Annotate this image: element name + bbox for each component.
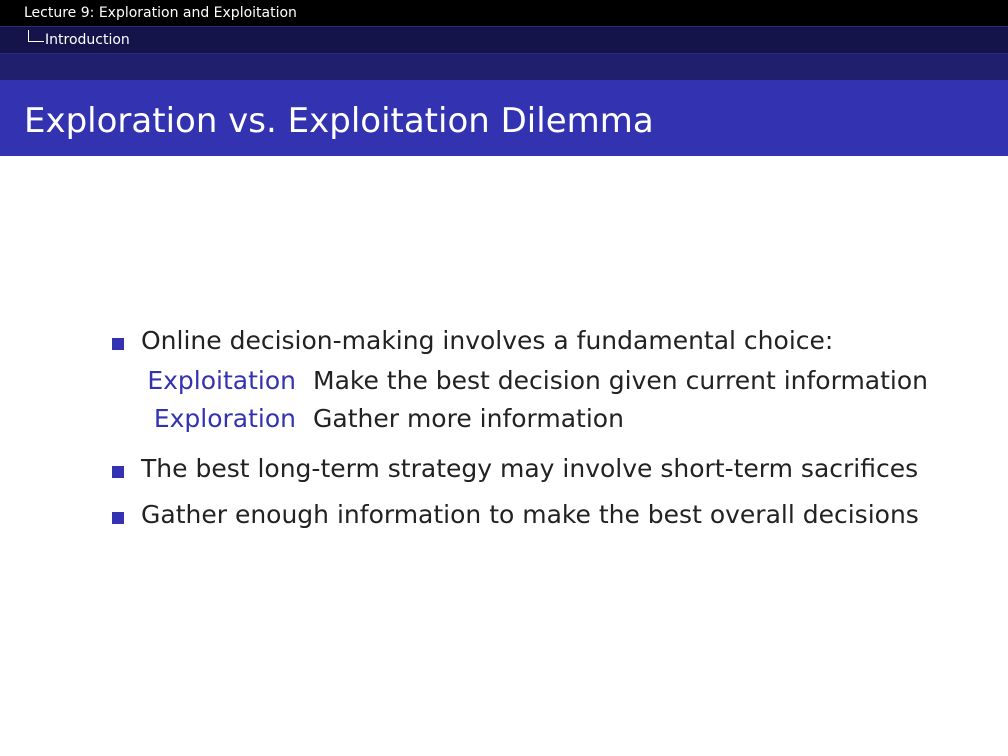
- description-item: Exploitation Make the best decision give…: [110, 364, 970, 402]
- list-item: Gather enough information to make the be…: [110, 496, 990, 538]
- description-definition: Gather more information: [313, 404, 624, 433]
- description-definition: Make the best decision given current inf…: [313, 366, 929, 395]
- frame-title: Exploration vs. Exploitation Dilemma: [24, 101, 654, 141]
- header-bar-subsection: [0, 53, 1008, 80]
- description-item: Exploration Gather more information: [110, 402, 970, 440]
- list-item: Online decision-making involves a fundam…: [110, 322, 990, 364]
- header-bar-section: Introduction: [0, 26, 1008, 53]
- square-bullet-icon: [112, 338, 124, 350]
- square-bullet-icon: [112, 466, 124, 478]
- corner-tree-icon: [28, 30, 44, 42]
- header-bar-lecture: Lecture 9: Exploration and Exploitation: [0, 0, 1008, 26]
- lecture-title: Lecture 9: Exploration and Exploitation: [24, 5, 297, 21]
- bullet-text: The best long-term strategy may involve …: [141, 454, 919, 483]
- bullet-text: Online decision-making involves a fundam…: [141, 326, 834, 355]
- header-divider: [0, 26, 1008, 27]
- section-title: Introduction: [45, 32, 130, 48]
- square-bullet-icon: [112, 512, 124, 524]
- description-list: Exploitation Make the best decision give…: [110, 364, 990, 448]
- description-term: Exploration: [153, 404, 296, 433]
- header-divider: [0, 53, 1008, 54]
- bullet-text: Gather enough information to make the be…: [141, 500, 919, 529]
- list-item: The best long-term strategy may involve …: [110, 450, 990, 496]
- description-term: Exploitation: [147, 366, 296, 395]
- bullet-list: Online decision-making involves a fundam…: [110, 322, 990, 538]
